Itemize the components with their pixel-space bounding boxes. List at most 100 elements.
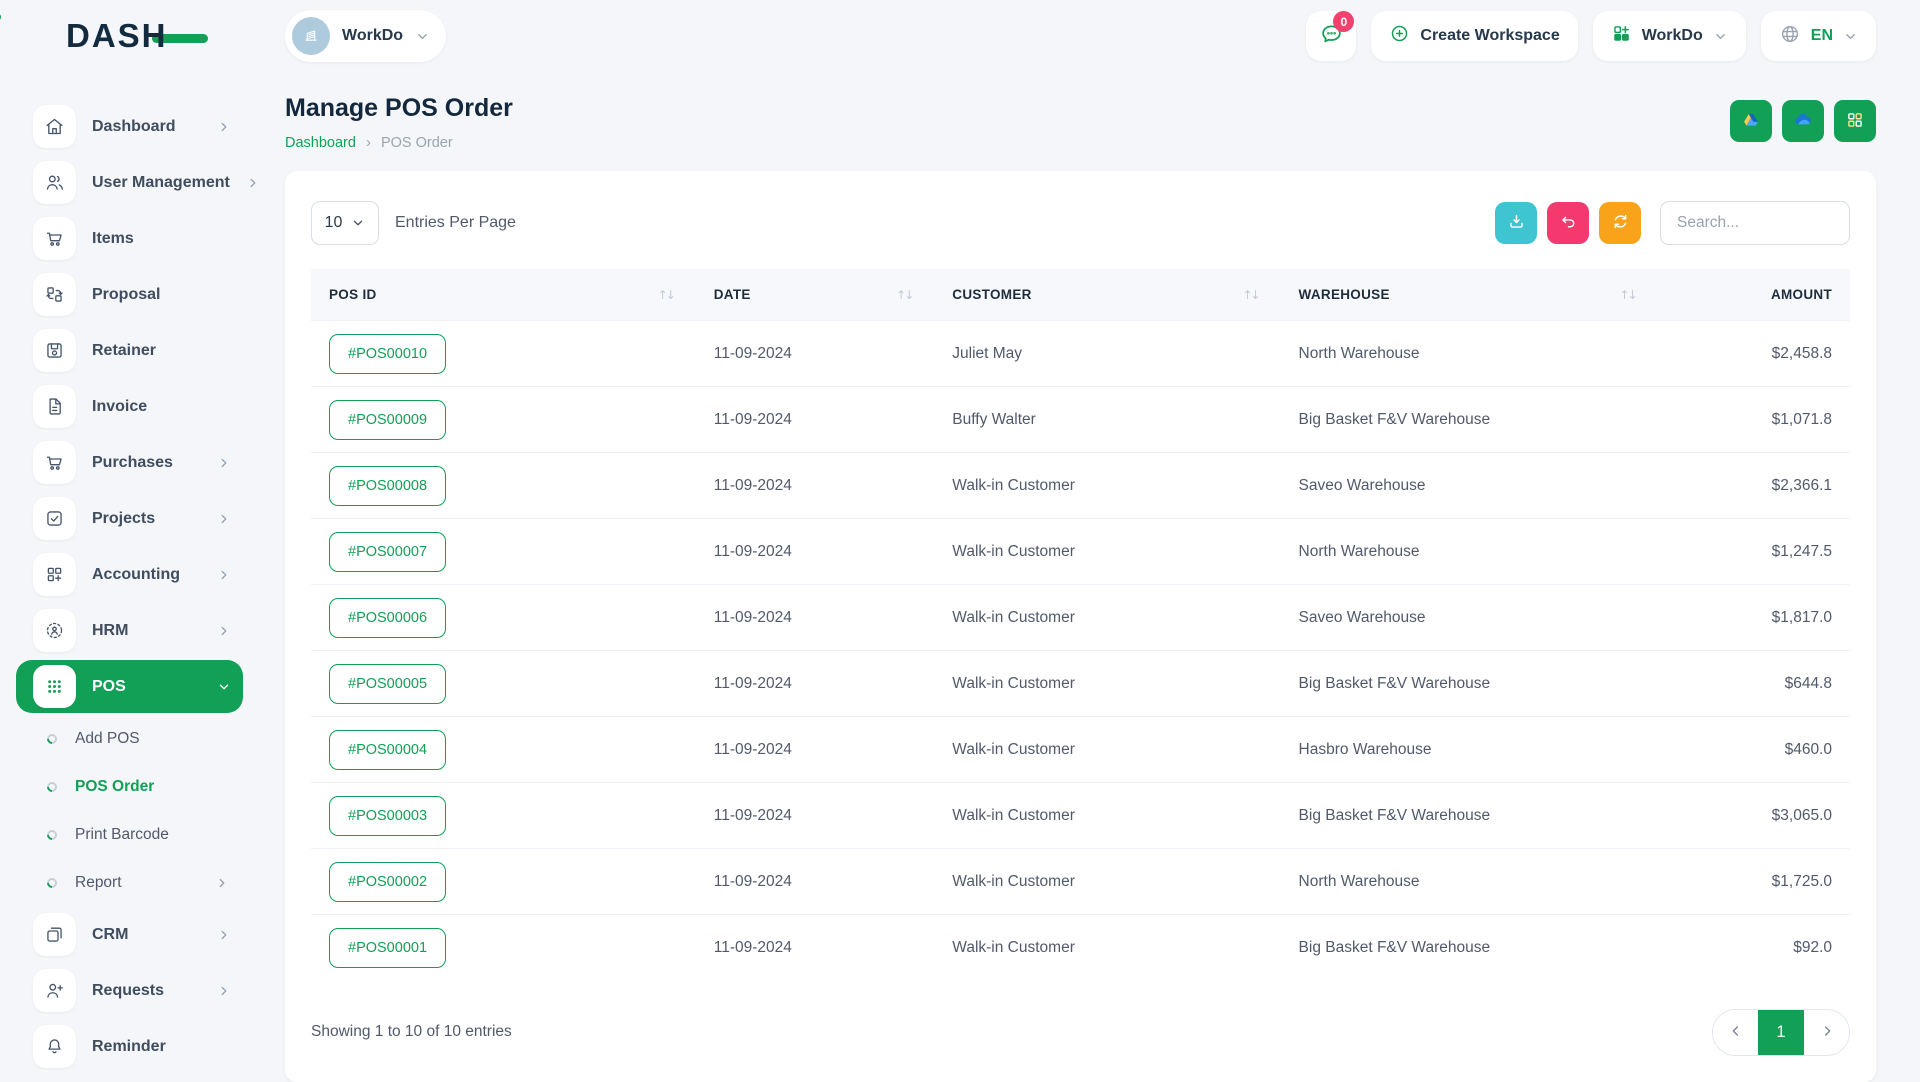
topbar-actions: 0 Create Workspace WorkDo	[1306, 11, 1876, 61]
column-header-customer[interactable]: CUSTOMER↑↓	[934, 269, 1280, 321]
chevron-right-icon	[217, 456, 231, 470]
table-row: #POS00009 11-09-2024 Buffy Walter Big Ba…	[311, 387, 1850, 453]
pagination-prev-button[interactable]	[1713, 1010, 1758, 1055]
save-icon	[33, 329, 76, 372]
sidebar-item-requests[interactable]: Requests	[16, 964, 243, 1017]
sidebar-item-report[interactable]: Report	[16, 860, 243, 906]
sidebar-item-projects[interactable]: Projects	[16, 492, 243, 545]
customer-cell: Walk-in Customer	[934, 519, 1280, 585]
bullet-icon	[45, 828, 59, 842]
grid-view-button[interactable]	[1834, 100, 1876, 142]
showing-entries-text: Showing 1 to 10 of 10 entries	[311, 1023, 512, 1041]
entries-per-page-select[interactable]: 10	[311, 201, 379, 245]
plus-circle-icon	[1389, 23, 1410, 49]
messages-button[interactable]: 0	[1306, 11, 1356, 61]
undo-button[interactable]	[1547, 202, 1589, 244]
table-row: #POS00003 11-09-2024 Walk-in Customer Bi…	[311, 783, 1850, 849]
create-workspace-button[interactable]: Create Workspace	[1371, 11, 1577, 61]
google-drive-button[interactable]	[1730, 100, 1772, 142]
language-dropdown[interactable]: EN	[1761, 11, 1876, 61]
pagination-next-button[interactable]	[1804, 1010, 1849, 1055]
sort-icon: ↑↓	[1242, 288, 1262, 302]
globe-icon	[1779, 23, 1801, 50]
amount-cell: $92.0	[1658, 915, 1850, 981]
date-cell: 11-09-2024	[696, 585, 935, 651]
create-workspace-label: Create Workspace	[1420, 27, 1559, 45]
pos-id-link[interactable]: #POS00009	[329, 400, 446, 440]
chevron-right-icon	[217, 624, 231, 638]
search-input[interactable]	[1660, 201, 1850, 245]
pos-id-link[interactable]: #POS00005	[329, 664, 446, 704]
sidebar-item-retainer[interactable]: Retainer	[16, 324, 243, 377]
breadcrumb: Dashboard › POS Order	[285, 134, 513, 151]
sidebar-item-accounting[interactable]: Accounting	[16, 548, 243, 601]
pos-id-link[interactable]: #POS00003	[329, 796, 446, 836]
warehouse-cell: Big Basket F&V Warehouse	[1281, 387, 1658, 453]
table-row: #POS00004 11-09-2024 Walk-in Customer Ha…	[311, 717, 1850, 783]
sort-icon: ↑↓	[896, 288, 916, 302]
refresh-button[interactable]	[1599, 202, 1641, 244]
table-header-row: POS ID↑↓ DATE↑↓ CUSTOMER↑↓ WAREHOUSE↑↓ A	[311, 269, 1850, 321]
warehouse-cell: North Warehouse	[1281, 519, 1658, 585]
messages-count-badge: 0	[1333, 11, 1354, 32]
sidebar-item-dashboard[interactable]: Dashboard	[16, 100, 243, 153]
amount-cell: $1,071.8	[1658, 387, 1850, 453]
warehouse-cell: North Warehouse	[1281, 321, 1658, 387]
sidebar-item-print-barcode[interactable]: Print Barcode	[16, 812, 243, 858]
dash-logo[interactable]: DASH	[0, 17, 255, 55]
sidebar-item-add-pos[interactable]: Add POS	[16, 716, 243, 762]
sidebar-item-proposal[interactable]: Proposal	[16, 268, 243, 321]
sidebar-item-crm[interactable]: CRM	[16, 908, 243, 961]
person-target-icon	[33, 609, 76, 652]
sidebar-item-user-management[interactable]: User Management	[16, 156, 243, 209]
users-icon	[33, 161, 76, 204]
home-icon	[33, 105, 76, 148]
onedrive-button[interactable]	[1782, 100, 1824, 142]
sidebar-item-hrm[interactable]: HRM	[16, 604, 243, 657]
breadcrumb-dashboard-link[interactable]: Dashboard	[285, 135, 356, 151]
column-header-date[interactable]: DATE↑↓	[696, 269, 935, 321]
date-cell: 11-09-2024	[696, 783, 935, 849]
pos-id-link[interactable]: #POS00001	[329, 928, 446, 968]
column-header-pos-id[interactable]: POS ID↑↓	[311, 269, 696, 321]
chevron-right-icon	[217, 120, 231, 134]
table-toolbar: 10 Entries Per Page	[311, 201, 1850, 245]
sidebar-item-pos-order[interactable]: POS Order	[16, 764, 243, 810]
sidebar-item-items[interactable]: Items	[16, 212, 243, 265]
table-row: #POS00002 11-09-2024 Walk-in Customer No…	[311, 849, 1850, 915]
date-cell: 11-09-2024	[696, 849, 935, 915]
sidebar-item-invoice[interactable]: Invoice	[16, 380, 243, 433]
pos-id-link[interactable]: #POS00006	[329, 598, 446, 638]
workspace-dropdown[interactable]: WorkDo	[1593, 11, 1746, 61]
table-row: #POS00006 11-09-2024 Walk-in Customer Sa…	[311, 585, 1850, 651]
amount-cell: $460.0	[1658, 717, 1850, 783]
sidebar-item-pos[interactable]: POS	[16, 660, 243, 713]
sidebar-item-purchases[interactable]: Purchases	[16, 436, 243, 489]
customer-cell: Walk-in Customer	[934, 915, 1280, 981]
main-content: Manage POS Order Dashboard › POS Order	[255, 72, 1920, 1082]
sidebar-item-reminder[interactable]: Reminder	[16, 1020, 243, 1073]
export-download-button[interactable]	[1495, 202, 1537, 244]
warehouse-cell: Saveo Warehouse	[1281, 453, 1658, 519]
pos-id-link[interactable]: #POS00008	[329, 466, 446, 506]
pos-id-link[interactable]: #POS00007	[329, 532, 446, 572]
column-header-amount[interactable]: AMOUNT	[1658, 269, 1850, 321]
column-header-warehouse[interactable]: WAREHOUSE↑↓	[1281, 269, 1658, 321]
workspace-dropdown-label: WorkDo	[1642, 27, 1703, 45]
pos-id-link[interactable]: #POS00002	[329, 862, 446, 902]
language-label: EN	[1811, 27, 1833, 45]
entries-per-page-label: Entries Per Page	[395, 214, 516, 232]
bullet-icon	[45, 780, 59, 794]
customer-cell: Walk-in Customer	[934, 717, 1280, 783]
chevron-right-icon	[217, 928, 231, 942]
warehouse-cell: Big Basket F&V Warehouse	[1281, 651, 1658, 717]
chevron-right-icon	[1819, 1023, 1835, 1042]
customer-cell: Walk-in Customer	[934, 849, 1280, 915]
pagination-page-1-button[interactable]: 1	[1758, 1010, 1804, 1055]
breadcrumb-separator: ›	[366, 134, 371, 151]
date-cell: 11-09-2024	[696, 321, 935, 387]
page-title: Manage POS Order	[285, 94, 513, 123]
pos-id-link[interactable]: #POS00010	[329, 334, 446, 374]
pos-id-link[interactable]: #POS00004	[329, 730, 446, 770]
workspace-selector[interactable]: WorkDo	[285, 10, 446, 62]
